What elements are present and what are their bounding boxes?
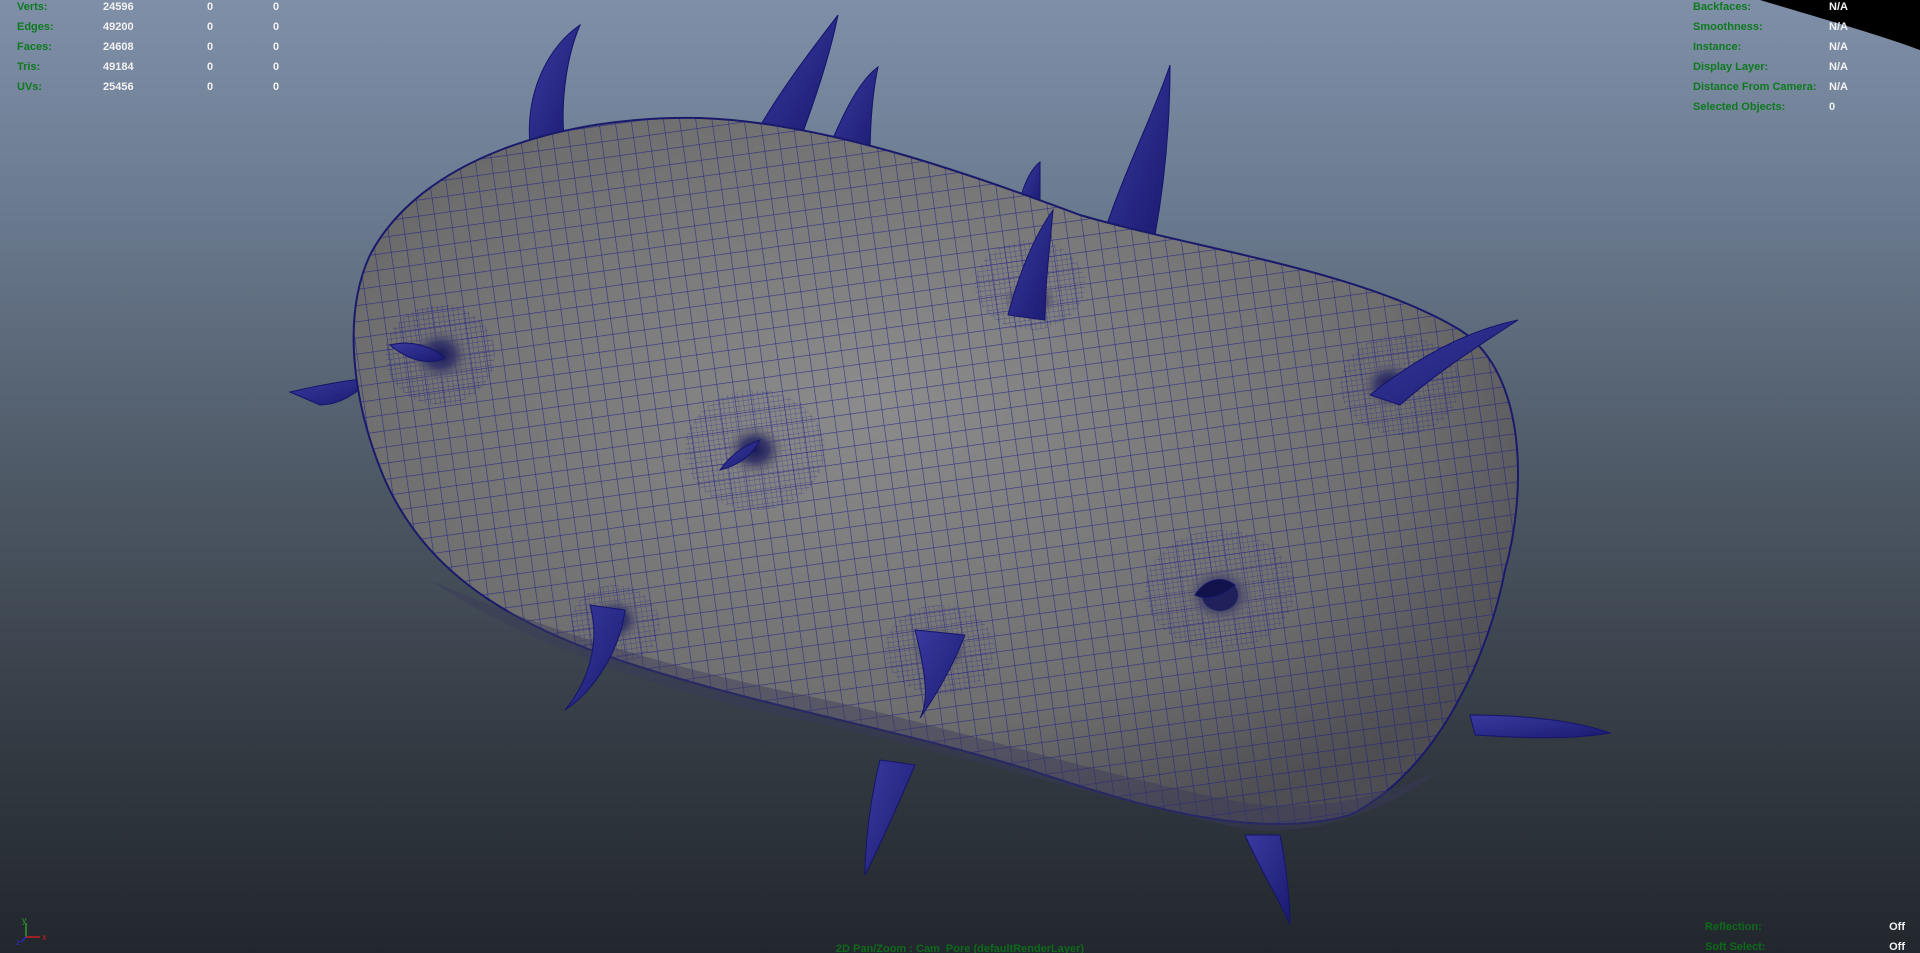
- axis-z-label: z: [16, 938, 20, 945]
- hud-value: 49184: [103, 61, 134, 73]
- hud-label: Distance From Camera:: [1693, 81, 1817, 93]
- hud-row-uvs: UVs: 25456 0 0: [17, 77, 292, 97]
- hud-row-instance: Instance: N/A: [1693, 37, 1848, 57]
- hud-value: 0: [207, 61, 214, 73]
- hud-row-verts: Verts: 24596 0 0: [17, 0, 292, 17]
- hud-label: Tris:: [17, 61, 41, 73]
- hud-row-faces: Faces: 24608 0 0: [17, 37, 292, 57]
- hud-value: 25456: [103, 81, 134, 93]
- hud-row-reflection: Reflection: Off: [1705, 917, 1905, 937]
- hud-label: Display Layer:: [1693, 61, 1769, 73]
- hud-value: 0: [1829, 101, 1836, 113]
- axis-y-label: y: [22, 915, 27, 925]
- object-info-hud: Backfaces: N/A Smoothness: N/A Instance:…: [1693, 0, 1848, 117]
- hud-label: Smoothness:: [1693, 21, 1763, 33]
- hud-value: 0: [207, 1, 214, 13]
- poly-count-hud: Verts: 24596 0 0 Edges: 49200 0 0 Faces:…: [17, 0, 292, 97]
- hud-value: 0: [273, 41, 280, 53]
- pore-body[interactable]: [352, 116, 1519, 831]
- hud-label: Backfaces:: [1693, 1, 1752, 13]
- hud-value: 0: [207, 21, 214, 33]
- hud-row-selected-objects: Selected Objects: 0: [1693, 97, 1848, 117]
- hud-label: Verts:: [17, 1, 48, 13]
- hud-row-camera-distance: Distance From Camera: N/A: [1693, 77, 1848, 97]
- hud-value: 0: [207, 81, 214, 93]
- hud-value: 49200: [103, 21, 134, 33]
- hud-row-tris: Tris: 49184 0 0: [17, 57, 292, 77]
- hud-label: Reflection:: [1705, 921, 1762, 933]
- hud-label: Edges:: [17, 21, 54, 33]
- hud-label: Selected Objects:: [1693, 101, 1786, 113]
- hud-value: 0: [273, 81, 280, 93]
- hud-label: Instance:: [1693, 41, 1742, 53]
- mesh-object[interactable]: [0, 0, 1920, 953]
- hud-value: 0: [273, 1, 280, 13]
- camera-name-label: 2D Pan/Zoom : Cam_Pore (defaultRenderLay…: [835, 943, 1085, 953]
- hud-row-edges: Edges: 49200 0 0: [17, 17, 292, 37]
- hud-value: N/A: [1829, 21, 1848, 33]
- axis-x-label: x: [42, 932, 47, 942]
- hud-value: 0: [207, 41, 214, 53]
- hud-value: Off: [1889, 921, 1905, 933]
- hud-value: N/A: [1829, 61, 1848, 73]
- hud-row-backfaces: Backfaces: N/A: [1693, 0, 1848, 17]
- 3d-viewport[interactable]: Verts: 24596 0 0 Edges: 49200 0 0 Faces:…: [0, 0, 1920, 953]
- hud-value: N/A: [1829, 1, 1848, 13]
- hud-value: 24596: [103, 1, 134, 13]
- hud-label: UVs:: [17, 81, 43, 93]
- hud-value: N/A: [1829, 41, 1848, 53]
- hud-value: 0: [273, 61, 280, 73]
- hud-value: N/A: [1829, 81, 1848, 93]
- hud-label: Faces:: [17, 41, 52, 53]
- hud-value: 24608: [103, 41, 134, 53]
- axis-gizmo-icon: y x z: [16, 915, 47, 945]
- hud-row-display-layer: Display Layer: N/A: [1693, 57, 1848, 77]
- hud-value: 0: [273, 21, 280, 33]
- hud-row-smoothness: Smoothness: N/A: [1693, 17, 1848, 37]
